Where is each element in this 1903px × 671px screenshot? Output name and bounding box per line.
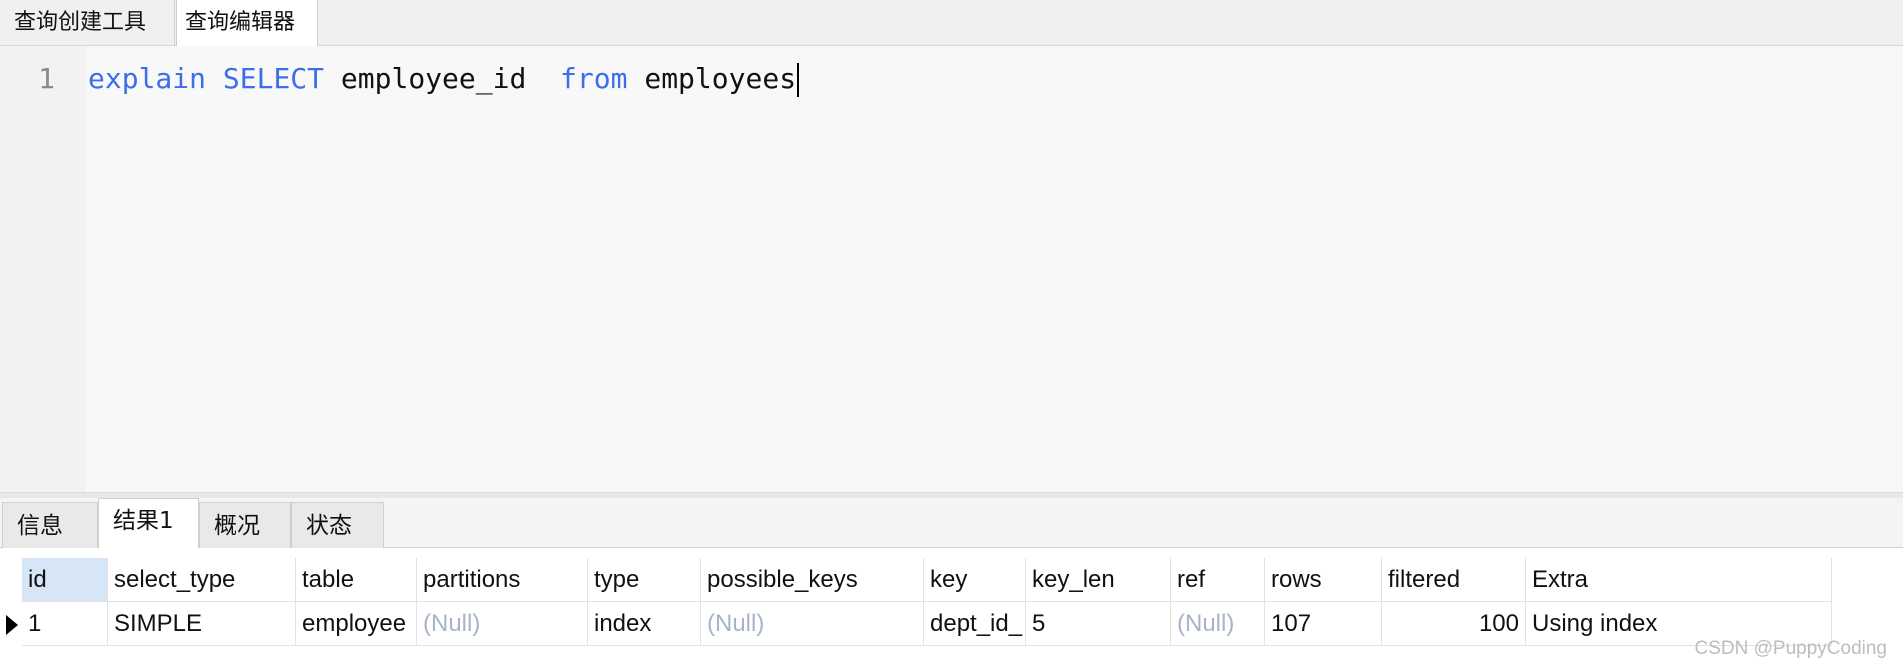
column-header-key[interactable]: key [924,558,1026,602]
sql-editor[interactable]: 1 explain SELECT employee_id from employ… [0,46,1903,492]
tab-info[interactable]: 信息 [2,502,98,548]
table-identifier: employees [644,62,797,95]
column-header-key-len[interactable]: key_len [1026,558,1171,602]
cell-key-len[interactable]: 5 [1026,602,1171,646]
text-caret [797,63,800,97]
column-header-rows[interactable]: rows [1265,558,1382,602]
cell-rows[interactable]: 107 [1265,602,1382,646]
column-header-ref[interactable]: ref [1171,558,1265,602]
keyword-explain: explain [88,62,207,95]
tab-profile[interactable]: 概况 [199,502,291,548]
tab-status[interactable]: 状态 [291,502,384,548]
column-header-table[interactable]: table [296,558,417,602]
column-identifier: employee_id [340,62,527,95]
result-tabs: 信息 结果1 概况 状态 [0,498,1903,549]
editor-mode-tabs: 查询创建工具 查询编辑器 [0,0,1903,47]
keyword-from: from [560,62,628,95]
cell-ref[interactable]: (Null) [1171,602,1265,646]
cell-partitions[interactable]: (Null) [417,602,588,646]
cell-key[interactable]: dept_id_ [924,602,1026,646]
result-grid: id select_type table partitions type pos… [0,548,1903,671]
cell-type[interactable]: index [588,602,701,646]
column-header-select-type[interactable]: select_type [108,558,296,602]
code-line[interactable]: explain SELECT employee_id from employee… [88,62,800,97]
column-header-extra[interactable]: Extra [1526,558,1832,602]
navicat-query-window: 查询创建工具 查询编辑器 1 explain SELECT employee_i… [0,0,1903,671]
table-row[interactable]: 1 SIMPLE employee (Null) index (Null) de… [22,602,1832,646]
column-header-partitions[interactable]: partitions [417,558,588,602]
table-header-row: id select_type table partitions type pos… [22,558,1832,602]
watermark: CSDN @PuppyCoding [1694,638,1888,659]
current-row-marker-icon [6,615,18,635]
cell-table[interactable]: employee [296,602,417,646]
column-header-filtered[interactable]: filtered [1382,558,1526,602]
column-header-id[interactable]: id [22,558,108,602]
line-number: 1 [38,62,55,95]
line-number-gutter: 1 [0,46,86,492]
cell-select-type[interactable]: SIMPLE [108,602,296,646]
column-header-possible-keys[interactable]: possible_keys [701,558,924,602]
cell-id[interactable]: 1 [22,602,108,646]
cell-filtered[interactable]: 100 [1382,602,1526,646]
keyword-select: SELECT [222,62,325,95]
column-header-type[interactable]: type [588,558,701,602]
tab-result-1[interactable]: 结果1 [98,498,199,549]
tab-query-editor[interactable]: 查询编辑器 [176,0,318,47]
cell-possible-keys[interactable]: (Null) [701,602,924,646]
tab-query-builder[interactable]: 查询创建工具 [0,0,175,46]
